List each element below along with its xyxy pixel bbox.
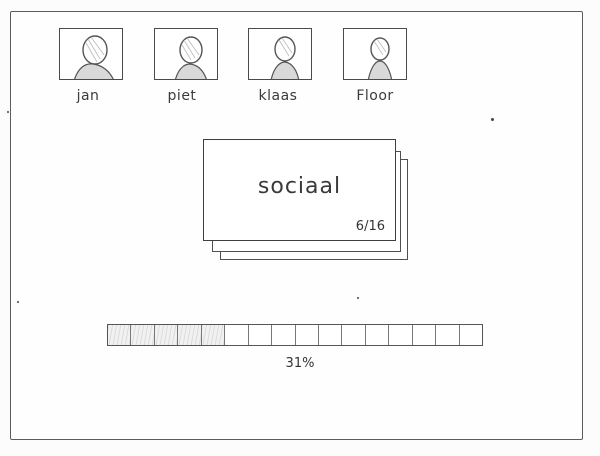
progress-segment-empty [413,325,437,345]
avatar-name-piet: piet [167,88,197,104]
avatar-name-floor: Floor [356,88,394,104]
pencil-dot [357,297,359,299]
avatar-piet[interactable] [154,28,218,80]
avatar-jan[interactable] [59,28,123,80]
avatar-floor[interactable] [343,28,407,80]
progress-percentage: 31% [285,356,315,371]
progress-segment-empty [272,325,296,345]
progress-segment-empty [225,325,249,345]
pencil-dot [7,111,9,113]
avatar-name-jan: jan [76,88,100,104]
progress-bar [107,324,483,346]
progress-segment-empty [319,325,343,345]
progress-segment-empty [460,325,482,345]
player-avatars: jan piet klaas Floor [0,0,600,120]
card-category: sociaal [257,174,342,199]
avatar-klaas[interactable] [248,28,312,80]
person-silhouette-icon [174,36,207,79]
progress-segment-empty [366,325,390,345]
person-silhouette-icon [74,35,114,79]
question-card[interactable]: sociaal 6/16 [203,139,396,241]
person-silhouette-icon [270,36,300,79]
progress-segment-filled [131,325,155,345]
progress-segment-empty [436,325,460,345]
person-silhouette-icon [367,37,393,79]
progress-segment-filled [201,325,226,345]
progress-segment-empty [249,325,273,345]
card-counter: 6/16 [355,219,385,234]
pencil-dot [17,301,19,303]
progress-segment-filled [108,325,132,345]
question-card-stack[interactable]: sociaal 6/16 [200,138,410,263]
progress-segment-filled [178,325,202,345]
progress-segment-empty [296,325,319,345]
progress-segment-filled [154,325,179,345]
progress-segment-empty [342,325,366,345]
pencil-dot [491,118,494,121]
avatar-name-klaas: klaas [258,88,298,104]
progress-segment-empty [389,325,413,345]
